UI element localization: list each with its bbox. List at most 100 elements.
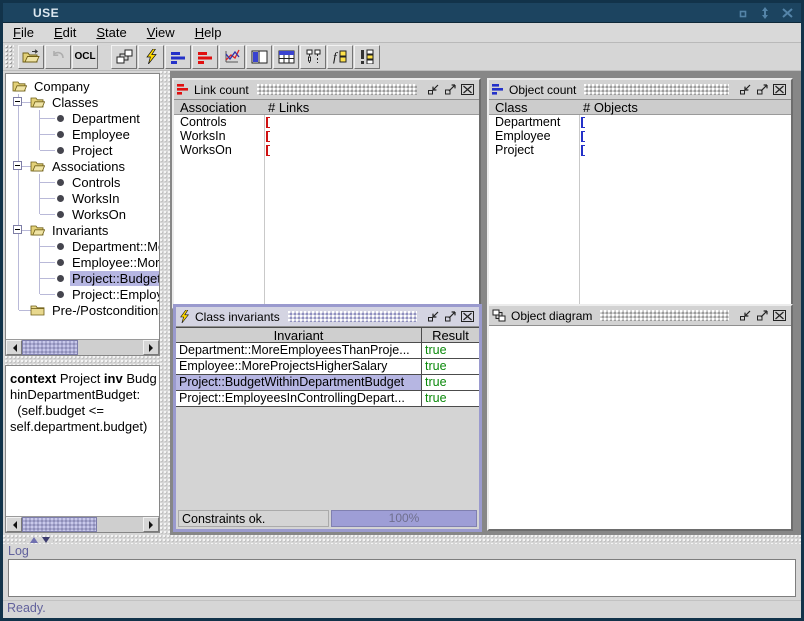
invariant-row[interactable]: Employee::MoreProjectsHigherSalary true xyxy=(176,359,479,375)
frame-maximize-button[interactable] xyxy=(442,309,459,325)
main-vertical-splitter[interactable] xyxy=(160,71,170,535)
tree-item-preconditions[interactable]: Pre-/Postconditions xyxy=(30,302,159,318)
scrollbar-thumb[interactable] xyxy=(22,340,78,355)
log-splitter[interactable] xyxy=(3,535,801,544)
object-diagram-canvas[interactable] xyxy=(489,326,791,529)
class-diagram-view-button[interactable] xyxy=(111,45,137,69)
menu-help[interactable]: Help xyxy=(191,23,232,42)
scroll-right-button[interactable] xyxy=(143,340,159,355)
table-row[interactable]: Employee xyxy=(489,129,791,143)
object-properties-view-button[interactable] xyxy=(246,45,272,69)
object-diagram-frame[interactable]: Object diagram xyxy=(487,304,793,531)
tree-item-controls[interactable]: Controls xyxy=(57,174,122,190)
menu-file[interactable]: File xyxy=(9,23,44,42)
left-horizontal-splitter[interactable] xyxy=(5,356,160,365)
command-list-view-button[interactable] xyxy=(354,45,380,69)
menu-state[interactable]: State xyxy=(92,23,136,42)
frame-minimize-button[interactable] xyxy=(425,309,442,325)
table-row[interactable]: Project xyxy=(489,143,791,157)
window-maximize-button[interactable] xyxy=(757,6,773,20)
frame-close-button[interactable] xyxy=(771,82,788,98)
menu-view[interactable]: View xyxy=(143,23,185,42)
frame-close-button[interactable] xyxy=(459,82,476,98)
tree-item-company[interactable]: Company xyxy=(12,78,92,94)
column-header-class[interactable]: Class xyxy=(489,100,577,114)
tree-item-worksin[interactable]: WorksIn xyxy=(57,190,121,206)
scroll-left-button[interactable] xyxy=(6,340,22,355)
tree-item-project[interactable]: Project xyxy=(57,142,114,158)
link-count-frame[interactable]: Link count Association # Links Controls … xyxy=(172,78,481,309)
column-header-objects[interactable]: # Objects xyxy=(577,100,791,114)
sequence-diagram-view-button[interactable] xyxy=(300,45,326,69)
table-row[interactable]: WorksIn xyxy=(174,129,479,143)
tree-item-classes[interactable]: Classes xyxy=(30,94,100,110)
column-header-association[interactable]: Association xyxy=(174,100,262,114)
tree-item-employee[interactable]: Employee xyxy=(57,126,132,142)
window-titlebar[interactable]: USE xyxy=(3,3,801,23)
tree-horizontal-scrollbar[interactable] xyxy=(6,339,159,355)
result-value: true xyxy=(422,343,479,358)
scroll-left-button[interactable] xyxy=(6,517,22,532)
table-header[interactable]: Class # Objects xyxy=(489,100,791,115)
invariant-row-selected[interactable]: Project::BudgetWithinDepartmentBudget tr… xyxy=(176,375,479,391)
tree-item-invariant-department[interactable]: Department::Mo xyxy=(57,238,159,254)
blue-bars-icon xyxy=(170,50,186,64)
window-minimize-button[interactable] xyxy=(735,6,751,20)
tree-line xyxy=(40,278,55,279)
red-bars-icon xyxy=(177,84,189,95)
table-header[interactable]: Association # Links xyxy=(174,100,479,115)
class-extent-view-button[interactable] xyxy=(273,45,299,69)
object-diagram-titlebar[interactable]: Object diagram xyxy=(489,306,791,326)
tree-item-invariant-project-budget[interactable]: Project::Budget xyxy=(57,270,159,286)
object-count-titlebar[interactable]: Object count xyxy=(489,80,791,100)
invariant-row[interactable]: Project::EmployeesInControllingDepart...… xyxy=(176,391,479,407)
tree-item-invariants[interactable]: Invariants xyxy=(30,222,110,238)
tree-expander-associations[interactable] xyxy=(13,161,22,170)
frame-close-button[interactable] xyxy=(459,309,476,325)
ocl-evaluate-button[interactable]: OCL xyxy=(72,45,98,69)
menu-edit[interactable]: Edit xyxy=(50,23,86,42)
frame-minimize-button[interactable] xyxy=(425,82,442,98)
frame-close-button[interactable] xyxy=(771,308,788,324)
link-count-titlebar[interactable]: Link count xyxy=(174,80,479,100)
tree-expander-classes[interactable] xyxy=(13,97,22,106)
log-text-area[interactable] xyxy=(8,559,796,597)
column-header-links[interactable]: # Links xyxy=(262,100,479,114)
frame-minimize-button[interactable] xyxy=(737,82,754,98)
frame-minimize-button[interactable] xyxy=(737,308,754,324)
column-header-invariant[interactable]: Invariant xyxy=(176,328,422,342)
tree-expander-invariants[interactable] xyxy=(13,225,22,234)
frame-maximize-button[interactable] xyxy=(754,82,771,98)
object-count-view-button[interactable] xyxy=(165,45,191,69)
table-row[interactable]: Department xyxy=(489,115,791,129)
frame-maximize-button[interactable] xyxy=(442,82,459,98)
tree-item-workson[interactable]: WorksOn xyxy=(57,206,128,222)
call-stack-view-button[interactable]: f xyxy=(327,45,353,69)
tree-item-associations[interactable]: Associations xyxy=(30,158,127,174)
tree-item-department[interactable]: Department xyxy=(57,110,142,126)
class-invariants-view-button[interactable] xyxy=(138,45,164,69)
column-header-result[interactable]: Result xyxy=(422,328,479,342)
link-count-view-button[interactable] xyxy=(192,45,218,69)
tree-item-invariant-project-employees[interactable]: Project::Employ xyxy=(57,286,159,302)
table-header[interactable]: Invariant Result xyxy=(176,327,479,343)
left-arrow-icon xyxy=(9,344,17,352)
scrollbar-thumb[interactable] xyxy=(22,517,97,532)
object-count-frame[interactable]: Object count Class # Objects Department … xyxy=(487,78,793,309)
table-row[interactable]: WorksOn xyxy=(174,143,479,157)
splitter-expand-up-icon[interactable] xyxy=(30,537,38,543)
frame-maximize-button[interactable] xyxy=(754,308,771,324)
open-file-button[interactable] xyxy=(18,45,44,69)
undo-button[interactable] xyxy=(45,45,71,69)
class-invariants-frame[interactable]: Class invariants Invariant Result Depart… xyxy=(173,304,482,532)
toolbar-grip[interactable] xyxy=(5,45,14,69)
splitter-collapse-down-icon[interactable] xyxy=(42,537,50,543)
invariant-row[interactable]: Department::MoreEmployeesThanProje... tr… xyxy=(176,343,479,359)
tree-item-invariant-employee[interactable]: Employee::More xyxy=(57,254,159,270)
ocl-horizontal-scrollbar[interactable] xyxy=(6,516,159,532)
state-evolution-view-button[interactable] xyxy=(219,45,245,69)
table-row[interactable]: Controls xyxy=(174,115,479,129)
window-close-button[interactable] xyxy=(779,6,795,20)
class-invariants-titlebar[interactable]: Class invariants xyxy=(176,307,479,327)
scroll-right-button[interactable] xyxy=(143,517,159,532)
